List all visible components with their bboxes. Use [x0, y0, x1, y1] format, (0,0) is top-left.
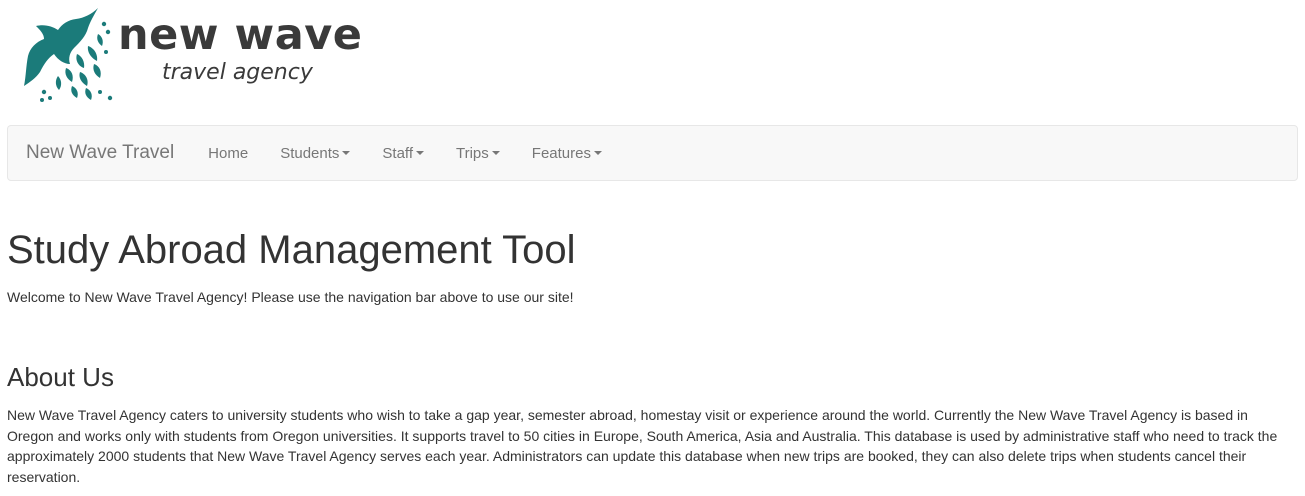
page-title: Study Abroad Management Tool: [7, 228, 576, 272]
welcome-message: Welcome to New Wave Travel Agency! Pleas…: [7, 289, 574, 305]
nav-item-label: Trips: [456, 144, 489, 162]
logo-title: new wave: [118, 10, 363, 60]
about-paragraph: New Wave Travel Agency caters to univers…: [7, 407, 1278, 485]
navbar: New Wave Travel Home Students Staff Trip…: [7, 125, 1298, 181]
nav-menu: Home Students Staff Trips Features: [192, 145, 618, 162]
nav-item-label: Features: [531, 144, 591, 162]
caret-down-icon: [491, 151, 500, 155]
logo-subtitle: travel agency: [162, 60, 313, 85]
site-logo[interactable]: new wave travel agency: [22, 6, 362, 106]
nav-item-staff[interactable]: Staff: [366, 145, 440, 162]
nav-item-home[interactable]: Home: [192, 145, 264, 162]
navbar-brand[interactable]: New Wave Travel: [26, 142, 174, 164]
caret-down-icon: [593, 151, 602, 155]
nav-item-students[interactable]: Students: [264, 145, 366, 162]
bird-logo-icon: [24, 8, 113, 102]
nav-item-features[interactable]: Features: [516, 145, 618, 162]
caret-down-icon: [416, 151, 424, 155]
nav-item-label: Home: [208, 144, 249, 162]
nav-item-label: Staff: [382, 144, 413, 162]
about-heading: About Us: [7, 362, 114, 392]
caret-down-icon: [342, 151, 351, 155]
nav-item-label: Students: [280, 144, 340, 162]
nav-item-trips[interactable]: Trips: [440, 145, 516, 162]
